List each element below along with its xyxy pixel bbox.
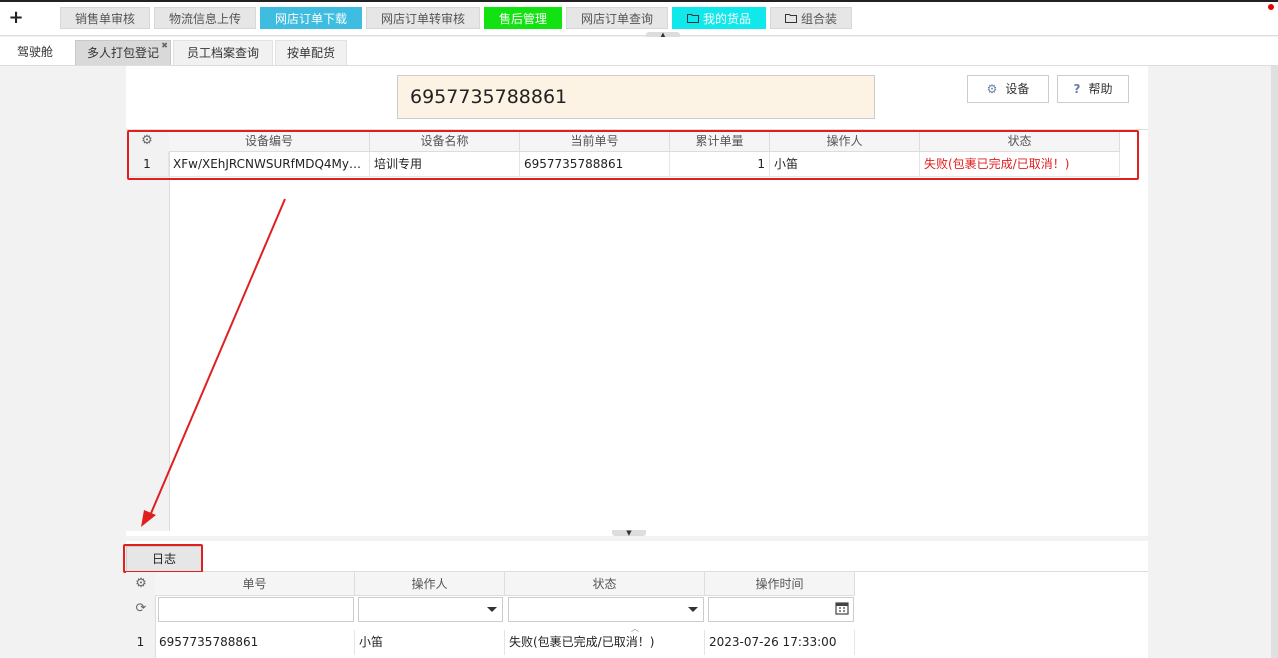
- window-close-icon[interactable]: [1268, 4, 1274, 10]
- toolbar-order-to-review-button[interactable]: 网店订单转审核: [366, 7, 480, 29]
- question-icon: ?: [1073, 82, 1081, 96]
- folder-icon: [784, 8, 797, 30]
- log-col-header-operator[interactable]: 操作人: [355, 572, 505, 596]
- log-table: ⚙ ⟳ 单号 操作人 状态 操作时间 ︿ 1 6957735788861 小笛 …: [126, 572, 1148, 658]
- row-number-gutter: [126, 130, 170, 531]
- help-button[interactable]: ? 帮助: [1057, 75, 1129, 103]
- filter-operator-select[interactable]: [358, 597, 503, 622]
- log-col-header-time[interactable]: 操作时间: [705, 572, 855, 596]
- device-table: ⚙ 设备编号 设备名称 当前单号 累计单量 操作人 状态 1 XFw/XEhJR…: [126, 129, 1148, 531]
- highlight-box-log-tab: [123, 544, 203, 573]
- log-column-settings-gear-icon[interactable]: ⚙: [134, 577, 148, 591]
- tab-close-icon[interactable]: ✖: [161, 33, 168, 58]
- toolbar-order-query-button[interactable]: 网店订单查询: [566, 7, 668, 29]
- quick-toolbar: + 销售单审核 物流信息上传 网店订单下载 网店订单转审核 售后管理 网店订单查…: [0, 2, 1278, 39]
- tab-multi-pack-register[interactable]: 多人打包登记 ✖: [75, 40, 171, 65]
- panel-splitter[interactable]: ▼: [126, 530, 1148, 537]
- filter-status-select[interactable]: [508, 597, 704, 622]
- chevron-down-icon: [688, 607, 698, 612]
- tab-order-picking[interactable]: 按单配货: [275, 40, 347, 65]
- filter-order-input[interactable]: [158, 597, 354, 622]
- tab-cockpit[interactable]: 驾驶舱: [0, 40, 70, 65]
- log-tab-bar: 日志: [123, 541, 1148, 573]
- log-col-header-status[interactable]: 状态: [505, 572, 705, 596]
- page-tab-bar: 驾驶舱 多人打包登记 ✖ 员工档案查询 按单配货: [0, 37, 1278, 66]
- log-cell-time[interactable]: 2023-07-26 17:33:00: [705, 630, 855, 655]
- scrollbar[interactable]: [1271, 66, 1278, 658]
- refresh-icon[interactable]: ⟳: [134, 602, 148, 616]
- filter-time-input[interactable]: [708, 597, 854, 622]
- log-cell-operator[interactable]: 小笛: [355, 630, 505, 655]
- chevron-down-icon: [487, 607, 497, 612]
- log-cell-status[interactable]: 失败(包裹已完成/已取消！): [505, 630, 705, 655]
- highlight-box-device-row: [127, 130, 1139, 180]
- scan-input[interactable]: 6957735788861: [397, 75, 875, 119]
- right-empty-area: [1148, 66, 1278, 658]
- gear-icon: ⚙: [986, 82, 998, 96]
- log-col-header-order[interactable]: 单号: [155, 572, 355, 596]
- folder-icon: [686, 8, 699, 30]
- add-icon[interactable]: +: [8, 8, 24, 28]
- log-row-index: 1: [126, 630, 155, 655]
- toolbar-combo-button[interactable]: 组合装: [770, 7, 852, 29]
- main-panel: 6957735788861 ⚙ 设备 ? 帮助 ⚙ 设备编号 设备名称 当前单号 累…: [126, 66, 1148, 536]
- calendar-icon[interactable]: [835, 601, 849, 618]
- tab-employee-query[interactable]: 员工档案查询: [173, 40, 273, 65]
- settings-button[interactable]: ⚙ 设备: [967, 75, 1049, 103]
- toolbar-order-download-button[interactable]: 网店订单下载: [260, 7, 362, 29]
- toolbar-aftersale-button[interactable]: 售后管理: [484, 7, 562, 29]
- collapse-panel-handle[interactable]: ▼: [612, 530, 646, 537]
- log-cell-order[interactable]: 6957735788861: [155, 630, 355, 655]
- toolbar-sales-review-button[interactable]: 销售单审核: [60, 7, 150, 29]
- toolbar-my-goods-button[interactable]: 我的货品: [672, 7, 766, 29]
- toolbar-logistics-upload-button[interactable]: 物流信息上传: [154, 7, 256, 29]
